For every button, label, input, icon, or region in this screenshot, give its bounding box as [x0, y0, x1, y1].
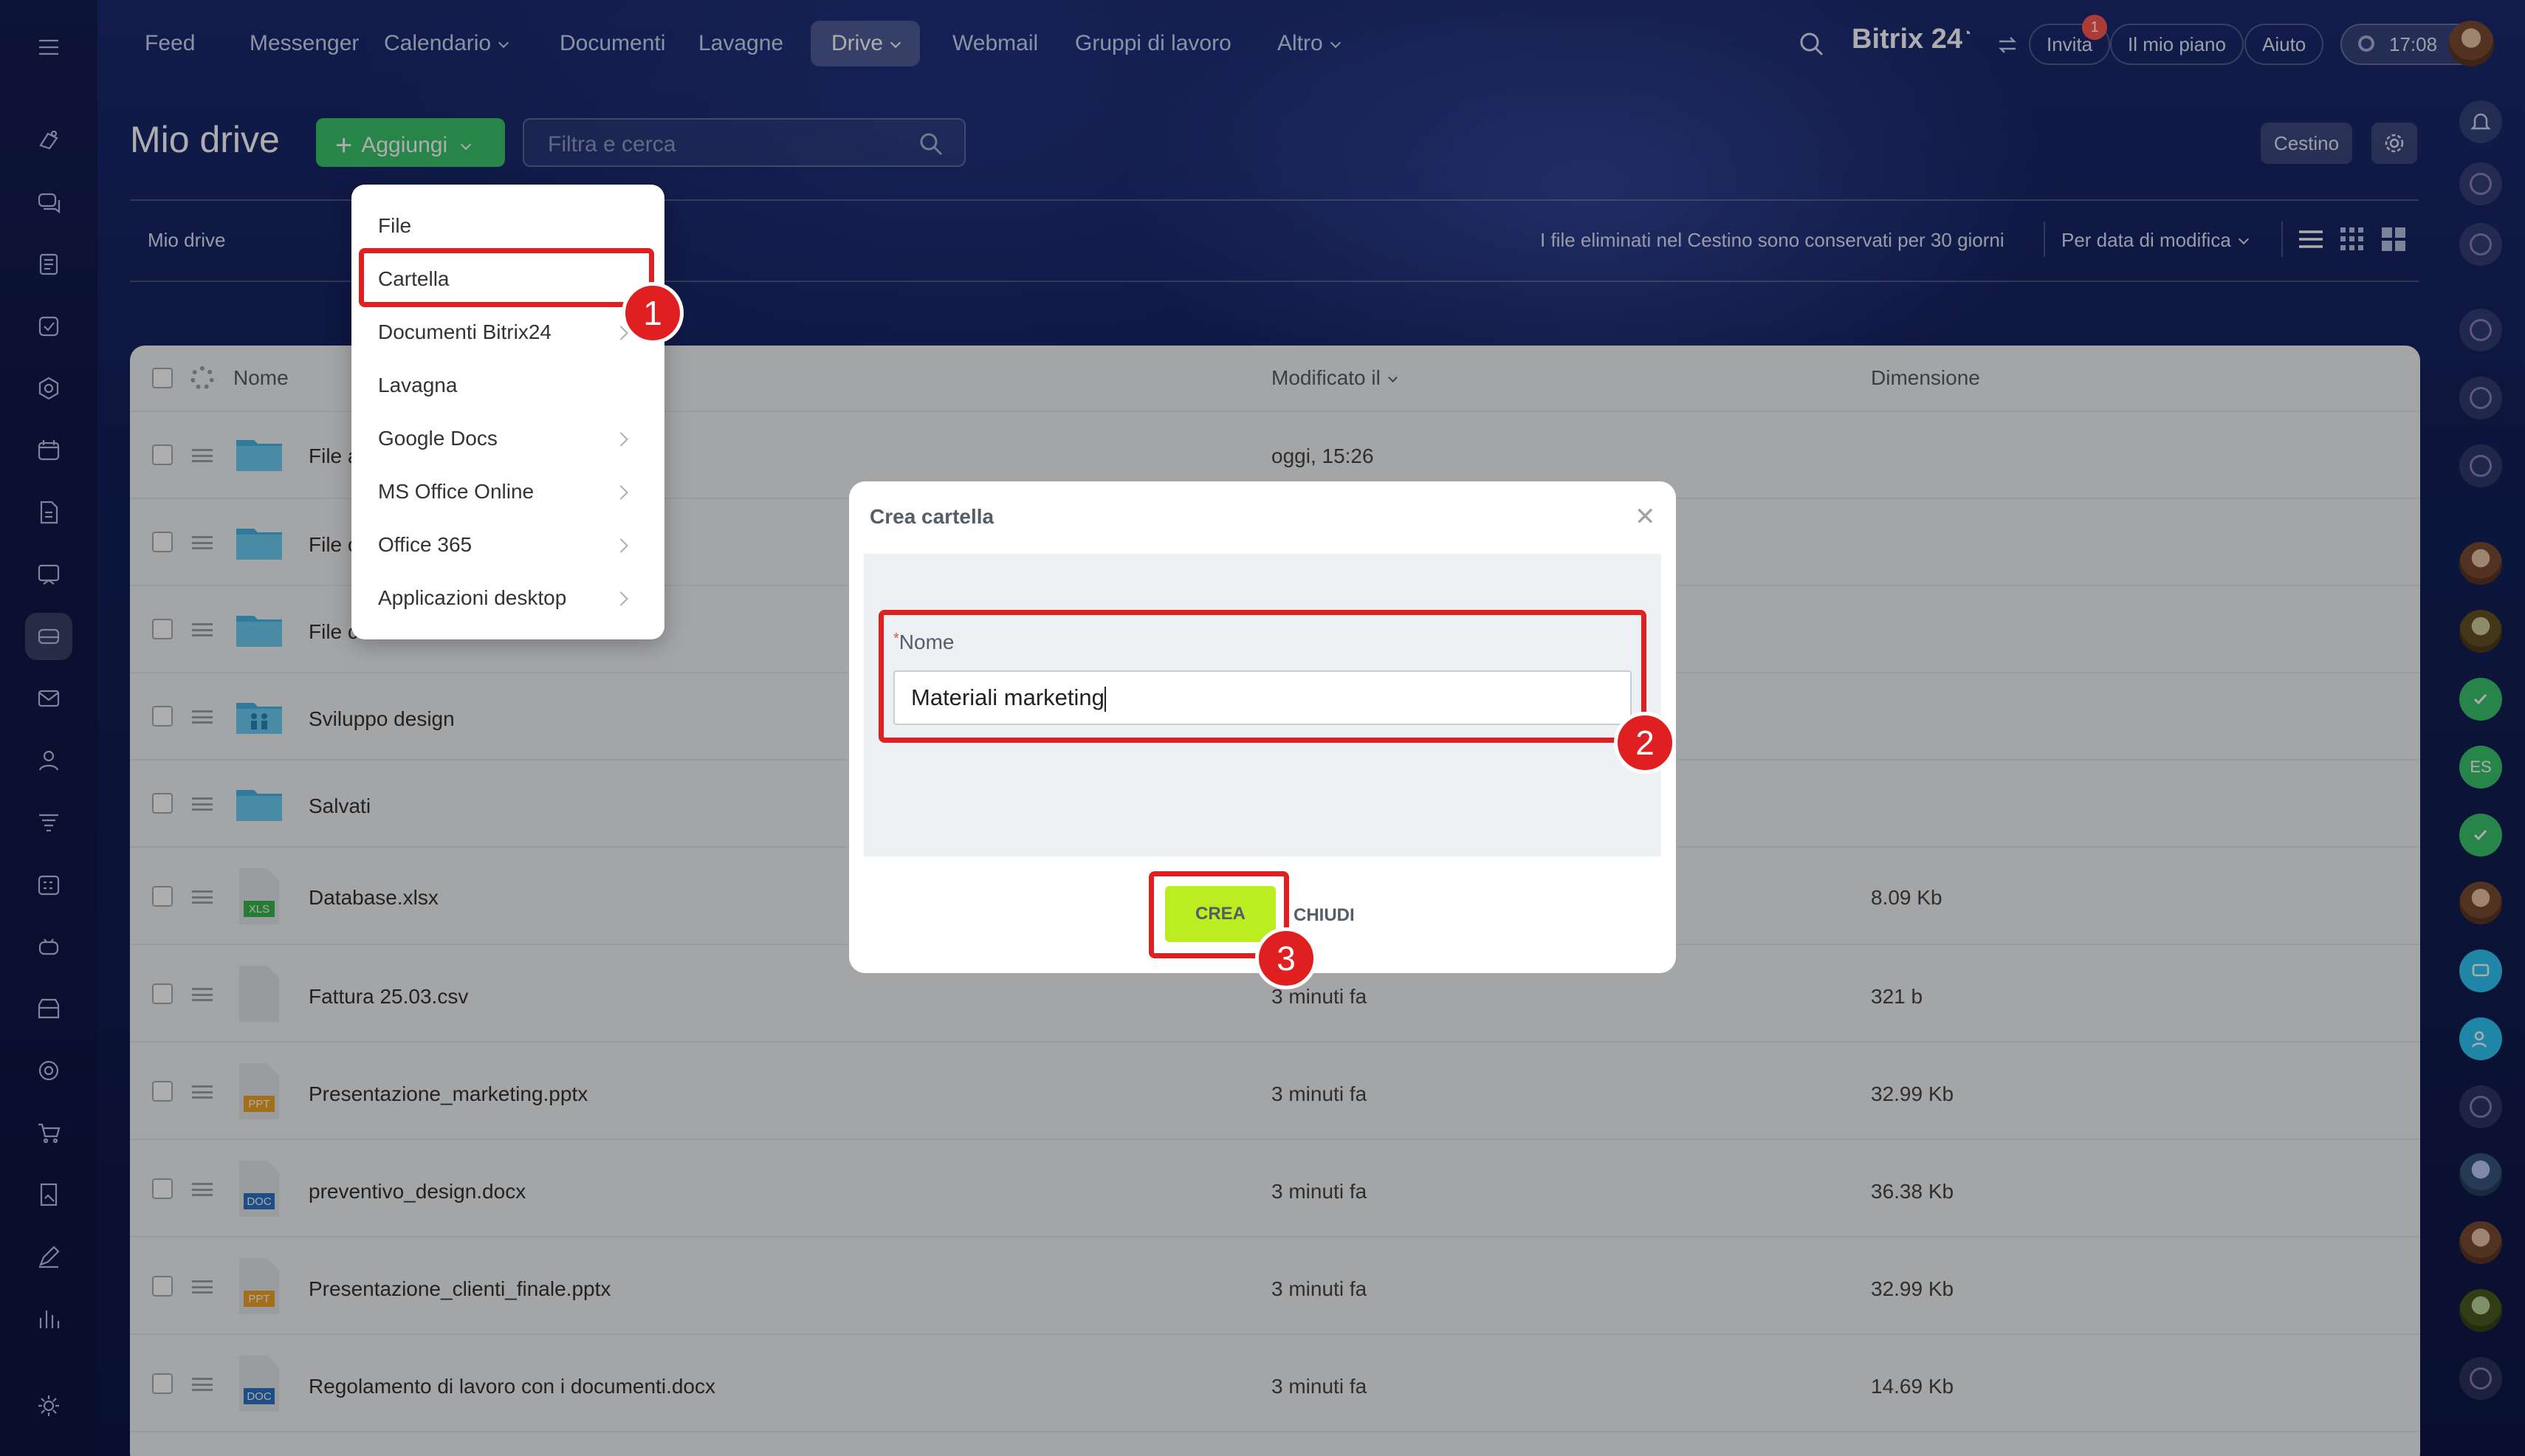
- chevron-right-icon: [614, 591, 628, 606]
- highlight-folder-item: [359, 248, 654, 307]
- chevron-right-icon: [614, 485, 628, 500]
- close-icon[interactable]: ✕: [1635, 502, 1656, 532]
- step-badge-1: 1: [622, 282, 684, 344]
- chevron-right-icon: [614, 432, 628, 447]
- dialog-title: Crea cartella: [870, 505, 994, 528]
- menu-item-google-docs[interactable]: Google Docs: [378, 427, 498, 450]
- chevron-right-icon: [614, 538, 628, 553]
- step-badge-2: 2: [1614, 712, 1676, 774]
- highlight-name-field: [879, 610, 1646, 743]
- menu-item-ms-office-online[interactable]: MS Office Online: [378, 480, 534, 504]
- close-button[interactable]: CHIUDI: [1294, 905, 1355, 926]
- menu-item-office-365[interactable]: Office 365: [378, 533, 472, 557]
- step-badge-3: 3: [1255, 927, 1317, 989]
- menu-item-desktop-apps[interactable]: Applicazioni desktop: [378, 586, 566, 610]
- menu-item-bitrix-documents[interactable]: Documenti Bitrix24: [378, 320, 552, 344]
- menu-item-board[interactable]: Lavagna: [378, 374, 457, 397]
- menu-item-file[interactable]: File: [378, 214, 411, 238]
